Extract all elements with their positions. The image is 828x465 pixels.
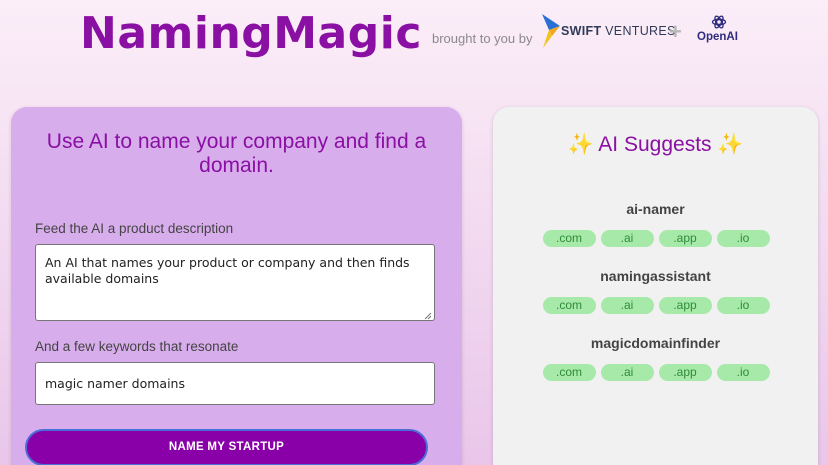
suggestion-item: namingassistant .com .ai .app .io xyxy=(493,268,818,314)
suggestions-card: ✨ AI Suggests ✨ ai-namer .com .ai .app .… xyxy=(493,107,818,465)
plus-icon: + xyxy=(669,19,682,44)
naming-form-card: Use AI to name your company and find a d… xyxy=(11,107,462,465)
header: NamingMagic brought to you by SWIFT VENT… xyxy=(0,0,828,80)
domain-pill-io[interactable]: .io xyxy=(716,230,770,247)
openai-logo-text[interactable]: OpenAI xyxy=(697,31,738,43)
description-label: Feed the AI a product description xyxy=(35,221,234,236)
sparkle-icon: ✨ xyxy=(717,133,744,156)
suggestion-item: magicdomainfinder .com .ai .app .io xyxy=(493,335,818,381)
domain-pill-com[interactable]: .com xyxy=(542,364,596,381)
openai-logo-icon[interactable] xyxy=(711,14,727,30)
brought-to-you-text: brought to you by xyxy=(432,31,533,46)
domain-pill-com[interactable]: .com xyxy=(542,230,596,247)
domain-pill-ai[interactable]: .ai xyxy=(600,364,654,381)
suggestion-name: ai-namer xyxy=(626,201,685,217)
domain-pill-io[interactable]: .io xyxy=(716,297,770,314)
keywords-label: And a few keywords that resonate xyxy=(35,339,239,354)
app-title: NamingMagic xyxy=(80,8,422,59)
swift-ventures-logo-text[interactable]: SWIFT VENTURES xyxy=(561,24,676,38)
domain-pill-app[interactable]: .app xyxy=(658,297,712,314)
suggestion-name: namingassistant xyxy=(600,268,711,284)
domain-pill-app[interactable]: .app xyxy=(658,364,712,381)
domain-pill-io[interactable]: .io xyxy=(716,364,770,381)
description-textarea[interactable]: An AI that names your product or company… xyxy=(35,244,435,321)
suggestions-heading: ✨ AI Suggests ✨ xyxy=(567,133,744,156)
suggestion-name: magicdomainfinder xyxy=(590,335,721,351)
domain-pill-ai[interactable]: .ai xyxy=(600,297,654,314)
swift-ventures-logo-icon[interactable] xyxy=(540,14,562,48)
sparkle-icon: ✨ xyxy=(567,133,594,156)
domain-pill-ai[interactable]: .ai xyxy=(600,230,654,247)
domain-pill-com[interactable]: .com xyxy=(542,297,596,314)
domain-pill-app[interactable]: .app xyxy=(658,230,712,247)
keywords-input[interactable] xyxy=(35,362,435,405)
name-my-startup-button[interactable]: NAME MY STARTUP xyxy=(25,429,428,465)
resize-handle-icon[interactable] xyxy=(424,312,432,320)
form-heading: Use AI to name your company and find a d… xyxy=(46,130,427,177)
suggestion-item: ai-namer .com .ai .app .io xyxy=(493,201,818,247)
